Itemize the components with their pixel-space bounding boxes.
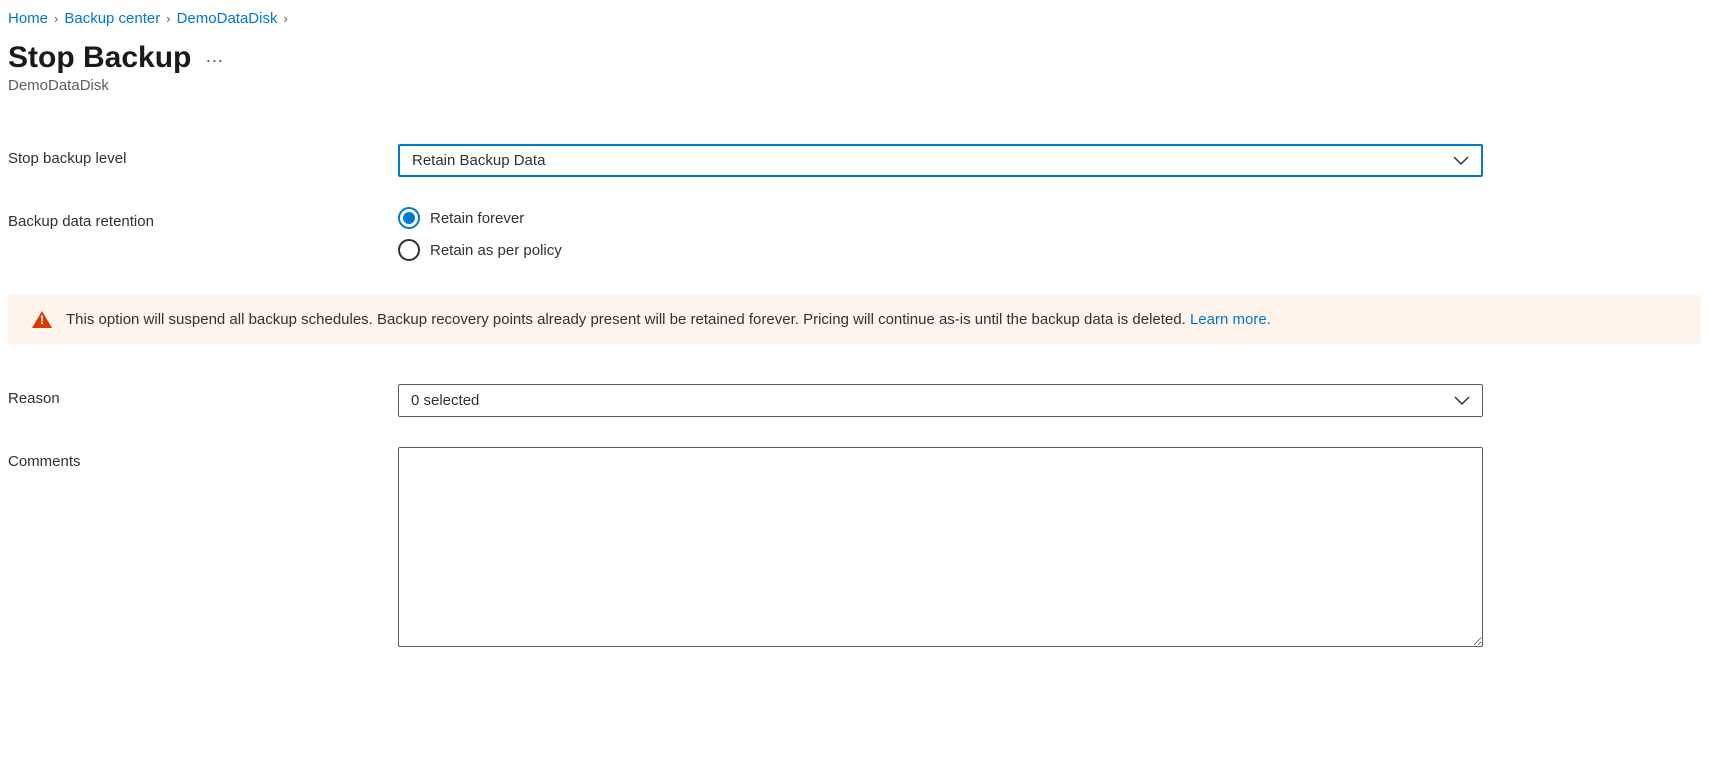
select-reason-value: 0 selected (411, 392, 479, 409)
radio-icon (398, 207, 420, 229)
radio-group-retention: Retain forever Retain as per policy (398, 207, 1483, 261)
radio-icon (398, 239, 420, 261)
select-reason[interactable]: 0 selected (398, 384, 1483, 417)
textarea-comments[interactable] (398, 447, 1483, 647)
radio-retain-per-policy-label: Retain as per policy (430, 242, 562, 259)
chevron-right-icon: › (54, 11, 58, 26)
select-stop-backup-level[interactable]: Retain Backup Data (398, 144, 1483, 177)
chevron-right-icon: › (166, 11, 170, 26)
warning-text: This option will suspend all backup sche… (66, 311, 1271, 328)
learn-more-link[interactable]: Learn more. (1190, 311, 1271, 328)
label-reason: Reason (8, 384, 398, 407)
label-backup-data-retention: Backup data retention (8, 207, 398, 230)
row-stop-backup-level: Stop backup level Retain Backup Data (8, 144, 1701, 177)
chevron-down-icon (1453, 156, 1469, 166)
breadcrumb-home[interactable]: Home (8, 10, 48, 27)
page-subtitle: DemoDataDisk (8, 77, 1701, 94)
label-stop-backup-level: Stop backup level (8, 144, 398, 167)
chevron-down-icon (1454, 396, 1470, 406)
page-title: Stop Backup (8, 41, 191, 75)
row-backup-data-retention: Backup data retention Retain forever Ret… (8, 207, 1701, 261)
row-reason: Reason 0 selected (8, 384, 1701, 417)
row-comments: Comments (8, 447, 1701, 650)
warning-icon (32, 311, 52, 328)
warning-banner: This option will suspend all backup sche… (8, 295, 1701, 344)
breadcrumb-backup-center[interactable]: Backup center (64, 10, 160, 27)
radio-retain-forever[interactable]: Retain forever (398, 207, 1483, 229)
more-icon[interactable]: ⋯ (205, 45, 224, 72)
warning-message: This option will suspend all backup sche… (66, 311, 1190, 328)
page-header: Stop Backup ⋯ (8, 41, 1701, 75)
select-stop-backup-level-value: Retain Backup Data (412, 152, 545, 169)
radio-retain-forever-label: Retain forever (430, 210, 524, 227)
breadcrumb: Home › Backup center › DemoDataDisk › (8, 10, 1701, 27)
chevron-right-icon: › (283, 11, 287, 26)
breadcrumb-demodatadisk[interactable]: DemoDataDisk (177, 10, 278, 27)
label-comments: Comments (8, 447, 398, 470)
radio-retain-per-policy[interactable]: Retain as per policy (398, 239, 1483, 261)
